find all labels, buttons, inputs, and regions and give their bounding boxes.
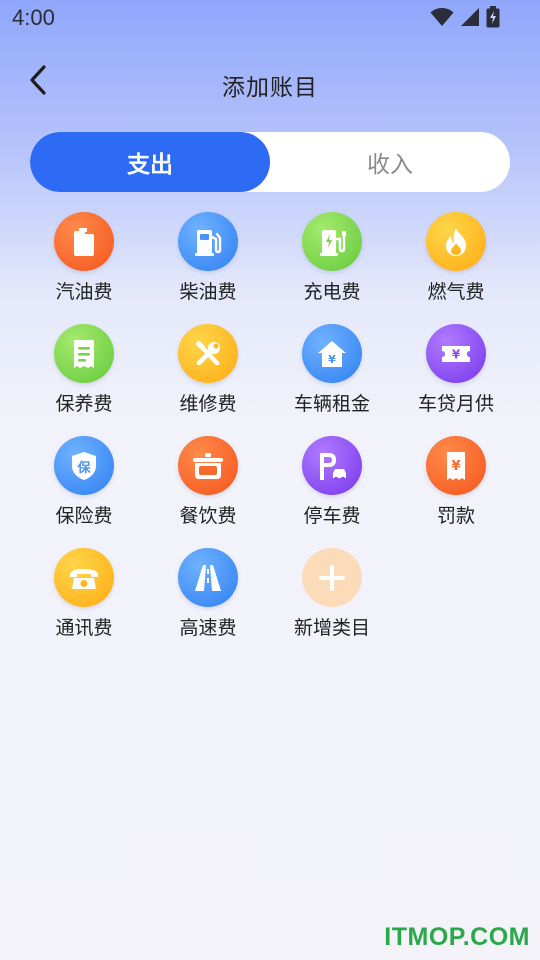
- category-maintenance[interactable]: 保养费: [22, 324, 146, 416]
- category-parking[interactable]: 停车费: [270, 436, 394, 528]
- category-label: 保养费: [55, 393, 113, 415]
- fuel-can-icon: [54, 212, 114, 271]
- status-time: 4:00: [12, 5, 55, 30]
- category-fine[interactable]: ¥ 罚款: [394, 436, 518, 528]
- tab-expense[interactable]: 支出: [30, 132, 270, 192]
- nav-bar: 添加账目: [0, 52, 540, 112]
- shield-text: 保: [76, 460, 91, 476]
- watermark: ITMOP.COM: [384, 923, 530, 951]
- category-repair[interactable]: 维修费: [146, 324, 270, 416]
- category-label: 停车费: [303, 505, 361, 527]
- shield-bao-icon: 保: [54, 436, 114, 495]
- fuel-pump-icon: [178, 212, 238, 271]
- highway-road-icon: [178, 548, 238, 607]
- flame-icon: [426, 212, 486, 271]
- category-rental[interactable]: ¥ 车辆租金: [270, 324, 394, 416]
- yuan-glyph: ¥: [452, 347, 461, 361]
- yuan-ticket-icon: ¥: [426, 324, 486, 383]
- category-car-loan[interactable]: ¥ 车贷月供: [394, 324, 518, 416]
- battery-charging-icon: [486, 6, 500, 28]
- receipt-list-icon: [54, 324, 114, 383]
- category-label: 充电费: [303, 281, 361, 303]
- category-dining[interactable]: 餐饮费: [146, 436, 270, 528]
- category-telecom[interactable]: 通讯费: [22, 548, 146, 640]
- wrench-screwdriver-icon: [178, 324, 238, 383]
- category-charging[interactable]: 充电费: [270, 212, 394, 304]
- category-gas[interactable]: 燃气费: [394, 212, 518, 304]
- category-insurance[interactable]: 保 保险费: [22, 436, 146, 528]
- category-label: 保险费: [55, 505, 113, 527]
- house-yuan-icon: ¥: [302, 324, 362, 383]
- category-label: 高速费: [179, 617, 237, 639]
- status-icons: [430, 6, 500, 28]
- category-label: 柴油费: [179, 281, 237, 303]
- category-label: 车辆租金: [293, 393, 370, 415]
- plus-icon: [302, 548, 362, 607]
- parking-car-icon: [302, 436, 362, 495]
- page-title: 添加账目: [222, 75, 318, 101]
- category-label: 新增类目: [293, 617, 370, 639]
- yuan-glyph: ¥: [328, 353, 336, 366]
- category-grid: 汽油费 柴油费 充电费 燃气费 保养费 维修费 ¥ 车辆租金 ¥ 车贷月供 保 …: [22, 212, 518, 640]
- category-label: 汽油费: [55, 281, 113, 303]
- yuan-glyph: ¥: [451, 459, 460, 474]
- charging-station-icon: [302, 212, 362, 271]
- yuan-receipt-icon: ¥: [426, 436, 486, 495]
- category-label: 燃气费: [427, 281, 485, 303]
- category-label: 餐饮费: [179, 505, 237, 527]
- category-diesel[interactable]: 柴油费: [146, 212, 270, 304]
- category-label: 罚款: [436, 505, 475, 527]
- tab-income[interactable]: 收入: [270, 132, 510, 192]
- type-segmented-control: 支出 收入: [30, 132, 510, 192]
- category-label: 维修费: [179, 393, 237, 415]
- cooking-pot-icon: [178, 436, 238, 495]
- wifi-icon: [430, 7, 454, 27]
- category-highway[interactable]: 高速费: [146, 548, 270, 640]
- status-bar: 4:00: [0, 0, 540, 40]
- telephone-icon: [54, 548, 114, 607]
- cellular-signal-icon: [460, 7, 480, 27]
- category-label: 通讯费: [55, 617, 113, 639]
- category-label: 车贷月供: [417, 393, 494, 415]
- category-gasoline[interactable]: 汽油费: [22, 212, 146, 304]
- category-add-new[interactable]: 新增类目: [270, 548, 394, 640]
